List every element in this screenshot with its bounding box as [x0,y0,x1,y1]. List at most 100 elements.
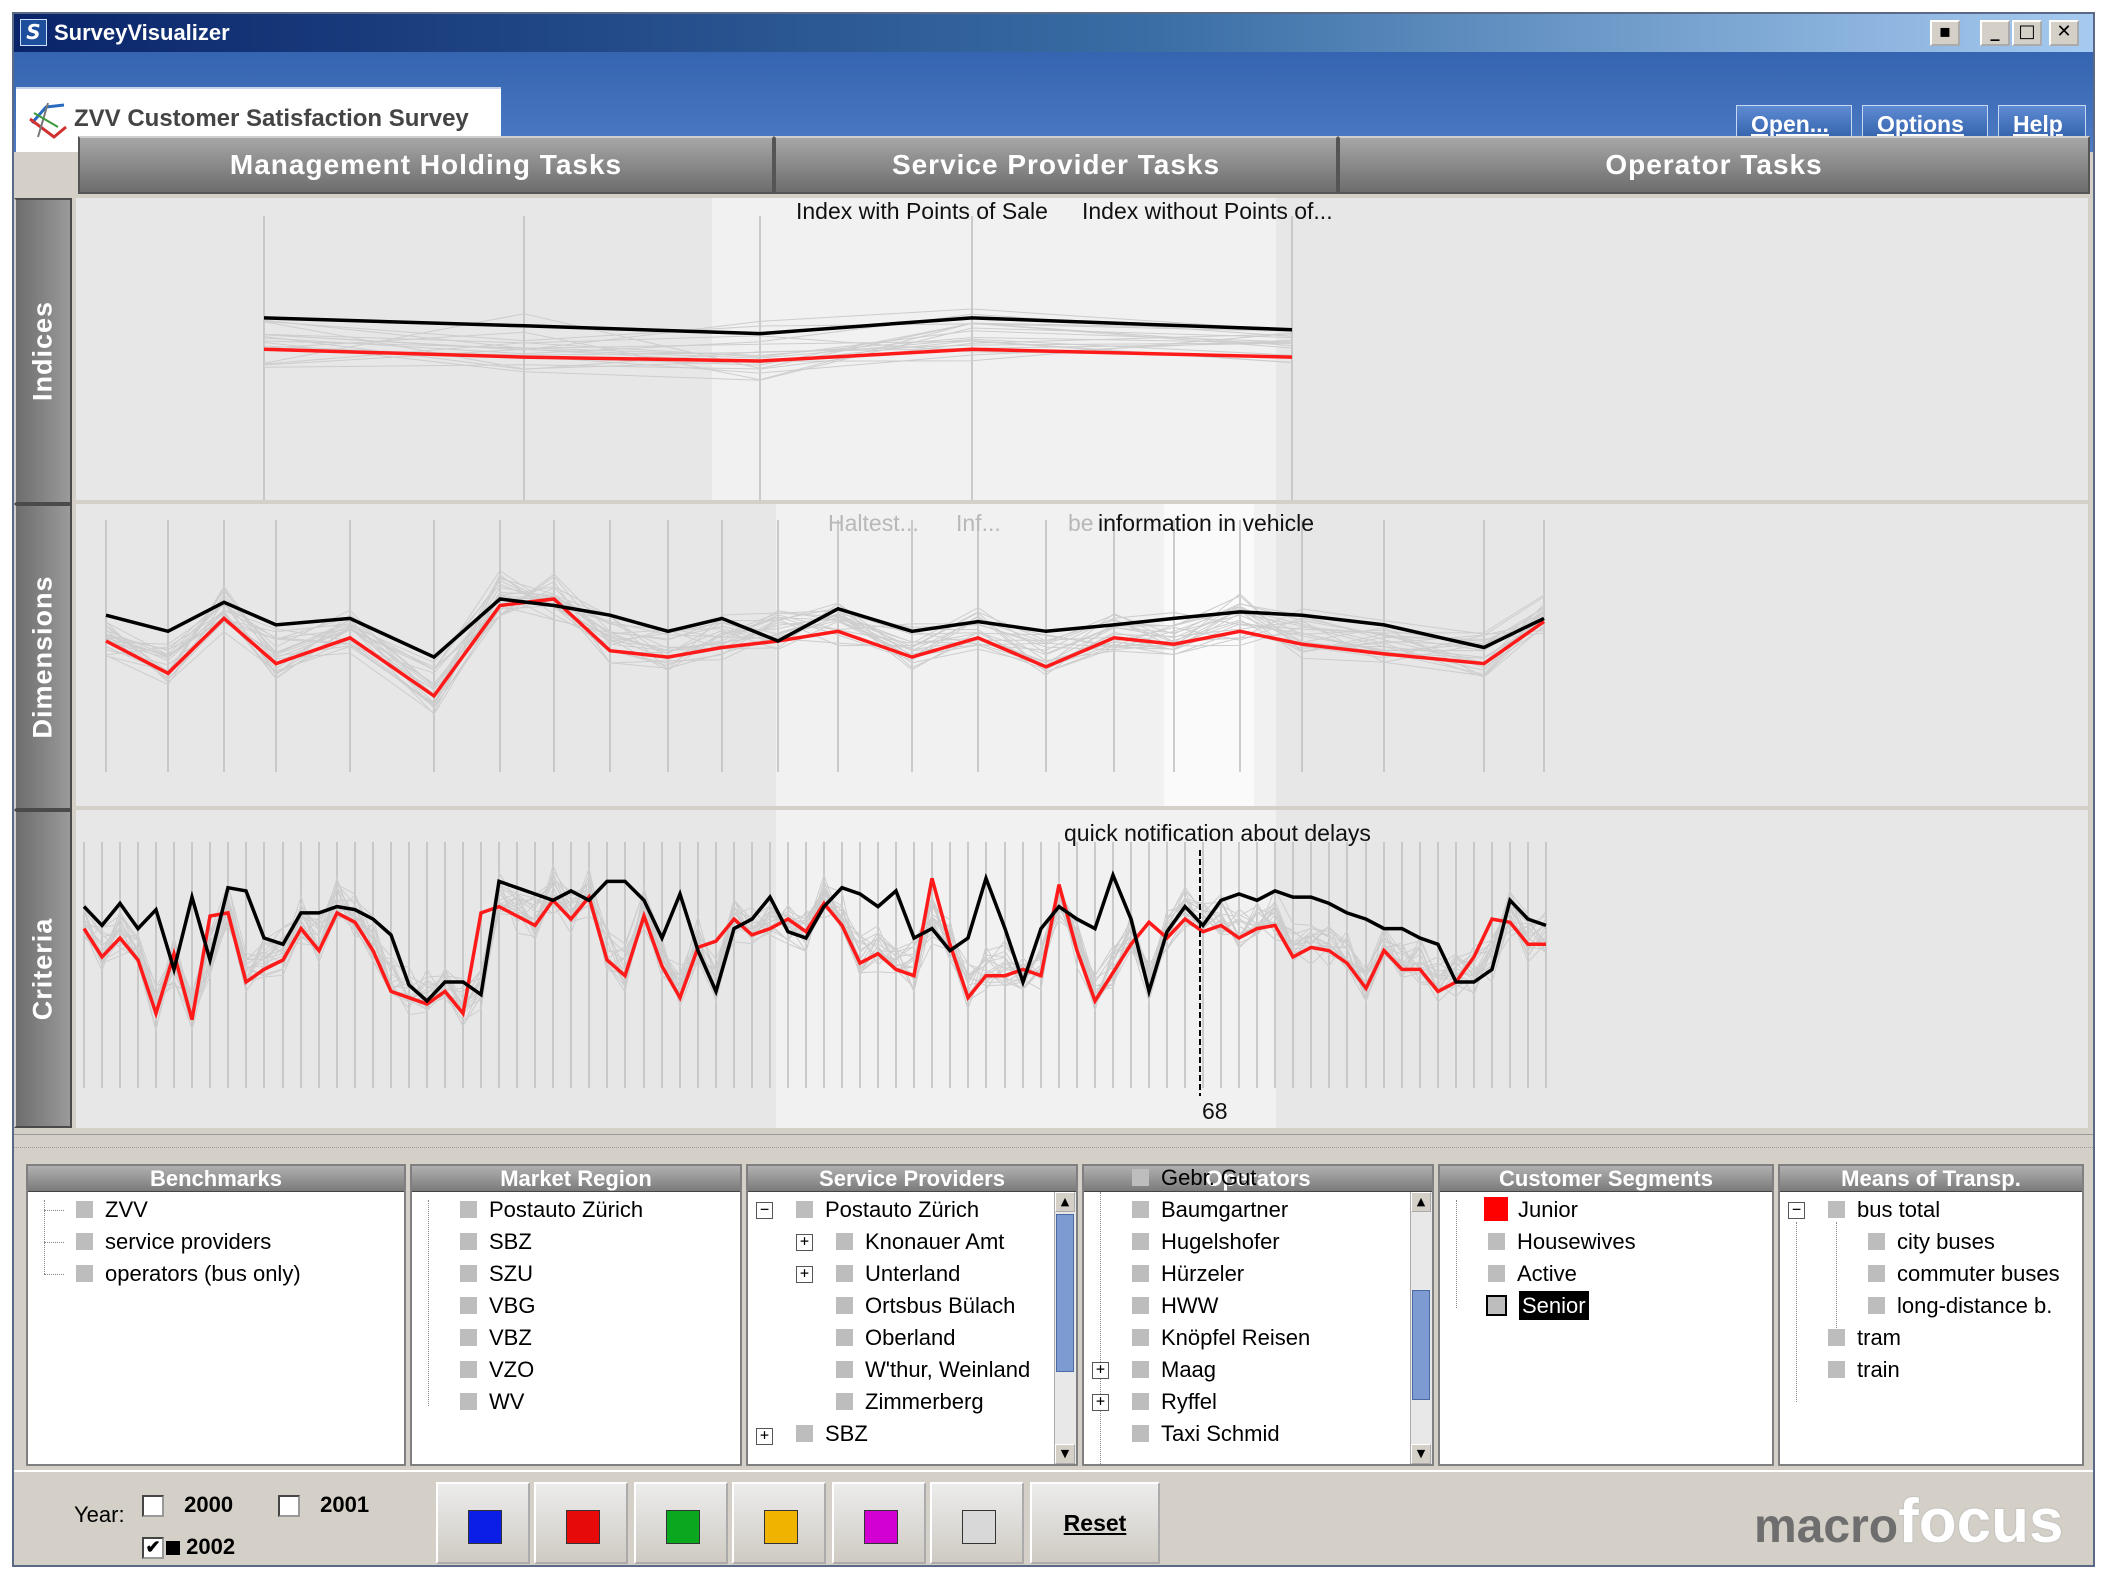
list-item[interactable]: VZO [460,1354,534,1386]
list-item[interactable]: service providers [76,1226,271,1258]
side-tab-indices[interactable]: Indices [14,198,72,504]
expand-icon[interactable]: + [796,1234,813,1251]
list-item[interactable]: Knöpfel Reisen [1132,1322,1310,1354]
expand-icon[interactable]: + [1092,1362,1109,1379]
criteria-plot[interactable]: quick notification about delays 68 [76,810,2088,1128]
list-item[interactable]: Knonauer Amt [836,1226,1004,1258]
list-item[interactable]: Oberland [836,1322,956,1354]
list-item-label: SBZ [489,1229,532,1254]
list-item[interactable]: operators (bus only) [76,1258,301,1290]
scroll-down-icon[interactable]: ▼ [1411,1444,1431,1464]
list-item-label: Maag [1161,1357,1217,1382]
year-label-2000: 2000 [184,1492,234,1517]
reset-button[interactable]: Reset [1030,1482,1160,1564]
color-button-gray[interactable] [930,1482,1024,1564]
minimize-button[interactable]: _ [1980,20,2010,46]
expand-icon[interactable]: + [756,1428,773,1445]
list-item[interactable]: tram [1828,1322,1901,1354]
list-item[interactable]: SZU [460,1258,533,1290]
list-item-selected[interactable]: Senior [1486,1290,1589,1322]
checkbox-square [1132,1328,1149,1346]
context-line [83,869,1547,1013]
list-item[interactable]: commuter buses [1868,1258,2060,1290]
year-2000-checkbox[interactable]: 2000 [142,1492,233,1518]
list-item[interactable]: Junior [1484,1194,1578,1226]
axis-label-index-with-pos: Index with Points of Sale [796,198,1048,224]
list-item[interactable]: Active [1488,1258,1577,1290]
scroll-up-icon[interactable]: ▲ [1411,1192,1431,1212]
list-item[interactable]: Taxi Schmid [1132,1418,1280,1450]
color-button-magenta[interactable] [832,1482,926,1564]
list-item[interactable]: Baumgartner [1132,1194,1288,1226]
list-item-label: Housewives [1517,1229,1636,1254]
list-item-label: SZU [489,1261,533,1286]
list-item[interactable]: VBZ [460,1322,532,1354]
list-item[interactable]: VBG [460,1290,535,1322]
list-item-label: Hugelshofer [1161,1229,1280,1254]
color-button-yellow[interactable] [732,1482,826,1564]
color-swatch-magenta [864,1510,898,1544]
list-item[interactable]: Ryffel [1132,1386,1217,1418]
list-item[interactable]: SBZ [796,1418,868,1450]
list-item[interactable]: Hürzeler [1132,1258,1244,1290]
checkbox[interactable] [278,1495,300,1518]
tab-management-holding[interactable]: Management Holding Tasks [78,136,774,194]
color-button-green[interactable] [634,1482,728,1564]
dimensions-plot[interactable]: Haltest... Inf... be information in vehi… [76,504,2088,806]
list-item[interactable]: Postauto Zürich [460,1194,643,1226]
list-item[interactable]: bus total [1828,1194,1940,1226]
list-item[interactable]: SBZ [460,1226,532,1258]
list-item[interactable]: Postauto Zürich [796,1194,979,1226]
scroll-up-icon[interactable]: ▲ [1055,1192,1075,1212]
list-item[interactable]: Zimmerberg [836,1386,984,1418]
bottom-toolbar: Year: 2000 2001 ✔ 2002 Reset macrofocus [14,1470,2093,1565]
list-item[interactable]: W'thur, Weinland [836,1354,1030,1386]
list-item[interactable]: train [1828,1354,1900,1386]
checkbox[interactable] [142,1495,164,1518]
color-button-blue[interactable] [436,1482,530,1564]
scroll-thumb[interactable] [1056,1214,1074,1372]
scroll-thumb[interactable] [1412,1290,1430,1400]
scrollbar[interactable]: ▲ ▼ [1054,1192,1076,1464]
expand-icon[interactable]: + [796,1266,813,1283]
list-item[interactable]: Hugelshofer [1132,1226,1280,1258]
year-2002-checkbox[interactable]: ✔ 2002 [142,1534,235,1560]
list-item[interactable]: city buses [1868,1226,1995,1258]
splitter[interactable] [14,1134,2093,1148]
year-2001-checkbox[interactable]: 2001 [278,1492,369,1518]
context-line [105,591,1545,696]
list-item[interactable]: Housewives [1488,1226,1636,1258]
checkbox-square [460,1360,477,1378]
checkmark-icon[interactable]: ✔ [142,1537,164,1560]
scroll-down-icon[interactable]: ▼ [1055,1444,1075,1464]
side-tab-criteria[interactable]: Criteria [14,810,72,1128]
means-of-transport-panel: Means of Transp. − bus total city buses … [1778,1164,2084,1466]
list-item[interactable]: Maag [1132,1354,1216,1386]
collapse-icon[interactable]: − [1788,1202,1805,1219]
color-button-red[interactable] [534,1482,628,1564]
maximize-button[interactable]: □ [2012,20,2042,46]
list-item[interactable]: Gebr. Gut [1132,1165,1257,1194]
expand-icon[interactable]: + [1092,1394,1109,1411]
list-item[interactable]: long-distance b. [1868,1290,2052,1322]
list-item[interactable]: ZVV [76,1194,148,1226]
tree-connector [44,1274,64,1275]
list-item[interactable]: WV [460,1386,524,1418]
list-item-label: Gebr. Gut [1161,1165,1257,1190]
list-item[interactable]: Ortsbus Bülach [836,1290,1015,1322]
scrollbar[interactable]: ▲ ▼ [1410,1192,1432,1464]
side-tab-dimensions[interactable]: Dimensions [14,504,72,810]
list-item[interactable]: HWW [1132,1290,1218,1322]
context-line [105,597,1545,674]
restore-icon[interactable]: ▪ [1930,20,1960,46]
year-label-2001: 2001 [320,1492,370,1517]
checkbox-square [1132,1200,1149,1218]
axis-label-quick-notification: quick notification about delays [1064,820,1371,846]
collapse-icon[interactable]: − [756,1202,773,1219]
indices-plot[interactable]: Index with Points of Sale Index without … [76,198,2088,500]
tab-operator[interactable]: Operator Tasks [1338,136,2090,194]
close-button[interactable]: ✕ [2049,20,2079,46]
tab-service-provider[interactable]: Service Provider Tasks [774,136,1338,194]
list-item[interactable]: Unterland [836,1258,960,1290]
list-item-label: Oberland [865,1325,956,1350]
